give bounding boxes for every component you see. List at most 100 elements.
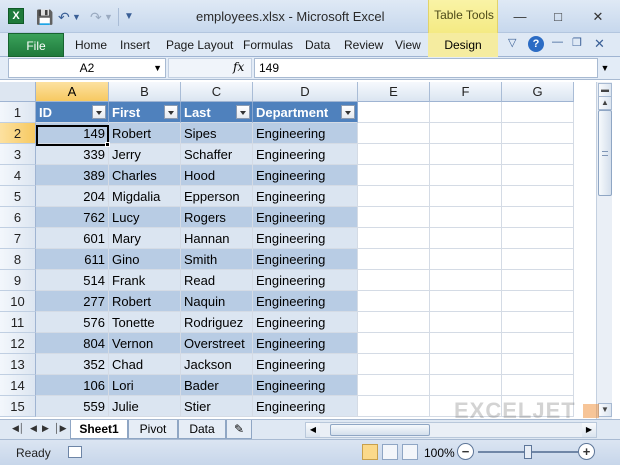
table-cell[interactable]: 277 [36,291,109,312]
table-cell[interactable]: Rodriguez [181,312,253,333]
select-all-corner[interactable] [0,82,36,102]
zoom-level[interactable]: 100% [424,446,455,460]
macro-record-icon[interactable] [68,446,82,458]
tab-page-layout[interactable]: Page Layout [166,38,233,52]
table-cell[interactable]: Engineering [253,165,358,186]
table-header-cell[interactable]: ID [36,102,109,123]
table-cell[interactable]: Jerry [109,144,181,165]
scroll-left-icon[interactable]: ◀ [306,423,320,437]
table-cell[interactable]: Robert [109,123,181,144]
row-header[interactable]: 2 [0,123,36,144]
table-cell[interactable]: Engineering [253,270,358,291]
cell[interactable] [502,186,574,207]
worksheet-grid[interactable]: A B C D E F G 1 ID First Last Department 2 149 Robert S… [0,82,596,419]
vertical-scrollbar[interactable]: ▬ ▲ ▼ [596,82,612,419]
row-header[interactable]: 11 [0,312,36,333]
undo-icon[interactable]: ↶ [58,8,70,26]
horizontal-scroll-thumb[interactable] [330,424,430,436]
cell[interactable] [430,186,502,207]
redo-icon[interactable]: ↷ [90,8,102,26]
formula-expand-icon[interactable]: ▼ [598,58,612,78]
table-cell[interactable]: 514 [36,270,109,291]
row-header[interactable]: 6 [0,207,36,228]
table-cell[interactable]: Vernon [109,333,181,354]
row-header[interactable]: 9 [0,270,36,291]
table-cell[interactable]: Engineering [253,354,358,375]
table-cell[interactable]: Robert [109,291,181,312]
row-header[interactable]: 4 [0,165,36,186]
table-cell[interactable]: 204 [36,186,109,207]
cell[interactable] [358,228,430,249]
cell[interactable] [430,312,502,333]
cell[interactable] [502,291,574,312]
table-cell[interactable]: Gino [109,249,181,270]
file-tab[interactable]: File [8,33,64,57]
table-cell[interactable]: Engineering [253,333,358,354]
row-header[interactable]: 10 [0,291,36,312]
table-cell[interactable]: Naquin [181,291,253,312]
horizontal-scrollbar[interactable]: ◀ ▶ [305,422,597,438]
column-header-c[interactable]: C [181,82,253,102]
table-cell[interactable]: 611 [36,249,109,270]
split-box-icon[interactable]: ▬ [598,83,612,97]
table-cell[interactable]: 762 [36,207,109,228]
cell[interactable] [358,354,430,375]
table-cell[interactable]: 106 [36,375,109,396]
cell[interactable] [358,396,430,417]
filter-dropdown-icon[interactable] [341,105,355,119]
sheet-tab-pivot[interactable]: Pivot [128,420,178,439]
cell[interactable] [358,207,430,228]
close-icon[interactable]: ✕ [588,9,608,25]
row-header[interactable]: 3 [0,144,36,165]
table-header-cell[interactable]: Last [181,102,253,123]
vertical-scroll-thumb[interactable] [598,110,612,196]
row-header[interactable]: 7 [0,228,36,249]
scroll-down-icon[interactable]: ▼ [598,403,612,417]
table-cell[interactable]: Engineering [253,186,358,207]
table-cell[interactable]: Engineering [253,249,358,270]
table-cell[interactable]: Read [181,270,253,291]
formula-input[interactable]: 149 [254,58,598,78]
scroll-right-icon[interactable]: ▶ [582,423,596,437]
table-cell[interactable]: 559 [36,396,109,417]
cell[interactable] [430,249,502,270]
table-cell[interactable]: 352 [36,354,109,375]
minimize-icon[interactable]: — [510,9,530,25]
table-cell[interactable]: Rogers [181,207,253,228]
restore-icon[interactable]: □ [548,9,568,25]
tab-home[interactable]: Home [75,38,107,52]
cell[interactable] [358,249,430,270]
table-cell[interactable]: Sipes [181,123,253,144]
table-cell[interactable]: Engineering [253,291,358,312]
fill-handle[interactable] [105,142,110,147]
sheet-tab-sheet1[interactable]: Sheet1 [70,420,128,439]
table-cell[interactable]: 576 [36,312,109,333]
filter-dropdown-icon[interactable] [92,105,106,119]
table-cell[interactable]: Engineering [253,375,358,396]
tab-formulas[interactable]: Formulas [243,38,293,52]
cell[interactable] [358,144,430,165]
cell[interactable] [430,102,502,123]
cell[interactable] [430,270,502,291]
undo-dropdown-icon[interactable]: ▼ [72,8,81,26]
zoom-slider-thumb[interactable] [524,445,532,459]
cell[interactable] [430,333,502,354]
cell[interactable] [502,228,574,249]
cell[interactable] [358,291,430,312]
cell[interactable] [502,312,574,333]
table-cell[interactable]: Engineering [253,207,358,228]
row-header[interactable]: 13 [0,354,36,375]
cell[interactable] [358,165,430,186]
cell[interactable] [502,102,574,123]
filter-dropdown-icon[interactable] [164,105,178,119]
cell[interactable] [502,270,574,291]
table-cell[interactable]: Engineering [253,228,358,249]
customize-toolbar-icon[interactable]: ▼ [124,8,134,26]
table-cell[interactable]: Lucy [109,207,181,228]
cell[interactable] [430,375,502,396]
cell[interactable] [430,354,502,375]
page-layout-view-icon[interactable] [382,444,398,460]
table-header-cell[interactable]: Department [253,102,358,123]
table-cell[interactable]: Migdalia [109,186,181,207]
last-sheet-icon[interactable]: │▶ [54,423,67,434]
